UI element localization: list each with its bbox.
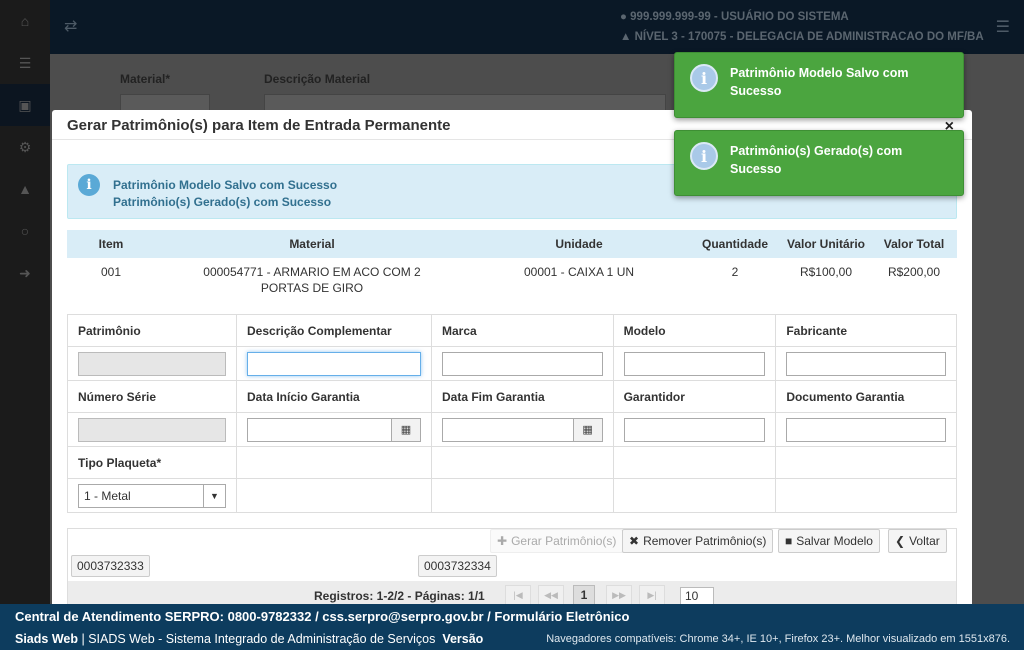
remover-label: Remover Patrimônio(s) — [643, 534, 767, 548]
sidebar: ⌂ ☰ ▣ ⚙ ▲ ○ ➜ — [0, 0, 50, 650]
table-cell: R$200,00 — [887, 265, 941, 279]
modelo-input[interactable] — [623, 351, 766, 376]
first-page-icon[interactable]: |◀ — [505, 585, 531, 605]
table-row: 001 000054771 - ARMARIO EM ACO COM 2 POR… — [67, 258, 957, 306]
tipo-plaqueta-value: 1 - Metal — [84, 488, 131, 503]
data-inicio-garantia-label: Data Início Garantia — [236, 380, 432, 413]
descricao-material-label: Descrição Material — [264, 72, 371, 86]
table-cell: 2 — [731, 265, 739, 279]
swap-toggle-icon[interactable]: ⇄ — [64, 16, 77, 36]
info-icon: i — [690, 64, 718, 92]
info-message: Patrimônio(s) Gerado(s) com Sucesso — [113, 195, 332, 209]
toast-message: Patrimônio Modelo Salvo com Sucesso — [730, 66, 909, 98]
garantidor-label: Garantidor — [612, 380, 777, 413]
app-info: Siads Web | SIADS Web - Sistema Integrad… — [15, 632, 483, 646]
descricao-complementar-input[interactable] — [247, 351, 421, 376]
support-line[interactable]: Central de Atendimento SERPRO: 0800-9782… — [15, 609, 629, 624]
fabricante-label: Fabricante — [775, 314, 957, 347]
next-page-icon[interactable]: ▶▶ — [606, 585, 632, 605]
top-header: ⇄ ● 999.999.999-99 - USUÁRIO DO SISTEMA … — [50, 0, 1024, 54]
prev-page-icon[interactable]: ◀◀ — [538, 585, 564, 605]
table-cell: 001 — [100, 265, 122, 279]
save-icon: ■ — [785, 534, 793, 548]
fabricante-input[interactable] — [786, 351, 946, 376]
settings-icon[interactable]: ⚙ — [0, 126, 50, 168]
marca-input[interactable] — [442, 351, 603, 376]
tipo-plaqueta-select[interactable]: 1 - Metal ▼ — [78, 483, 226, 508]
info-icon: i — [78, 174, 100, 196]
level-icon: ▲ — [620, 31, 635, 43]
success-toast[interactable]: i Patrimônio(s) Gerado(s) com Sucesso — [674, 130, 964, 196]
gerar-patrimonio-button[interactable]: ✚ Gerar Patrimônio(s) — [490, 529, 624, 553]
voltar-label: Voltar — [909, 534, 940, 548]
footer: Central de Atendimento SERPRO: 0800-9782… — [0, 604, 1024, 650]
tipo-plaqueta-label: Tipo Plaqueta* — [67, 446, 237, 479]
descricao-complementar-label: Descrição Complementar — [236, 314, 432, 347]
user-level-text: NÍVEL 3 - 170075 - DELEGACIA DE ADMINIST… — [634, 31, 984, 43]
chevron-left-icon: ❮ — [895, 534, 906, 548]
user-id-text: 999.999.999-99 - USUÁRIO DO SISTEMA — [630, 11, 849, 23]
patrimonio-form: Patrimônio Descrição Complementar Marca … — [67, 314, 957, 513]
graduation-icon[interactable]: ▲ — [0, 168, 50, 210]
info-message: Patrimônio Modelo Salvo com Sucesso — [113, 178, 338, 192]
chevron-down-icon: ▼ — [203, 484, 225, 507]
documento-garantia-label: Documento Garantia — [775, 380, 957, 413]
table-cell: 000054771 - ARMARIO EM ACO COM 2 PORTAS … — [203, 265, 421, 295]
salvar-label: Salvar Modelo — [796, 534, 873, 548]
material-label: Material* — [120, 72, 171, 86]
registros-text: Registros: 1-2/2 - Páginas: 1/1 — [314, 589, 485, 603]
app-description: | SIADS Web - Sistema Integrado de Admin… — [81, 632, 436, 646]
column-header: Unidade — [469, 230, 689, 258]
hamburger-menu-icon[interactable]: ☰ — [996, 17, 1010, 37]
patrimonio-input — [78, 351, 226, 376]
modal-title: Gerar Patrimônio(s) para Item de Entrada… — [67, 117, 451, 134]
calendar-icon[interactable]: ▦ — [391, 417, 421, 442]
calendar-icon[interactable]: ▦ — [572, 417, 603, 442]
marca-label: Marca — [431, 314, 614, 347]
barcode-icon[interactable]: ☰ — [0, 42, 50, 84]
gerar-label: Gerar Patrimônio(s) — [511, 534, 617, 548]
column-header: Valor Unitário — [781, 230, 871, 258]
column-header: Valor Total — [871, 230, 957, 258]
patrimonio-label: Patrimônio — [67, 314, 237, 347]
column-header: Item — [67, 230, 155, 258]
data-fim-garantia-input[interactable] — [442, 417, 573, 442]
table-cell: R$100,00 — [799, 265, 853, 279]
data-inicio-garantia-input[interactable] — [247, 417, 391, 442]
success-toast[interactable]: i Patrimônio Modelo Salvo com Sucesso — [674, 52, 964, 118]
numero-serie-label: Número Série — [67, 380, 237, 413]
garantidor-input[interactable] — [623, 417, 766, 442]
current-page-button[interactable]: 1 — [573, 585, 595, 605]
inbox-icon[interactable]: ▣ — [0, 84, 50, 126]
numero-serie-input — [78, 417, 226, 442]
user-icon: ● — [620, 11, 631, 23]
last-page-icon[interactable]: ▶| — [639, 585, 665, 605]
app-name: Siads Web — [15, 632, 78, 646]
patrimonio-item[interactable]: 0003732333 — [71, 555, 150, 577]
user-info: ● 999.999.999-99 - USUÁRIO DO SISTEMA ▲ … — [620, 10, 1024, 50]
remove-icon: ✖ — [629, 534, 640, 548]
patrimonio-item[interactable]: 0003732334 — [418, 555, 497, 577]
version-link[interactable]: Versão — [442, 632, 483, 646]
login-icon[interactable]: ➜ — [0, 252, 50, 294]
plus-icon: ✚ — [497, 534, 508, 548]
circle-icon[interactable]: ○ — [0, 210, 50, 252]
data-fim-garantia-label: Data Fim Garantia — [431, 380, 614, 413]
browser-compat: Navegadores compatíveis: Chrome 34+, IE … — [546, 633, 1010, 645]
table-cell: 00001 - CAIXA 1 UN — [523, 265, 635, 279]
documento-garantia-input[interactable] — [786, 417, 946, 442]
home-icon[interactable]: ⌂ — [0, 0, 50, 42]
voltar-button[interactable]: ❮ Voltar — [888, 529, 947, 553]
remover-patrimonio-button[interactable]: ✖ Remover Patrimônio(s) — [622, 529, 774, 553]
column-header: Material — [155, 230, 469, 258]
rows-per-page-select[interactable]: 10 — [680, 587, 714, 605]
info-icon: i — [690, 142, 718, 170]
toast-message: Patrimônio(s) Gerado(s) com Sucesso — [730, 144, 903, 176]
column-header: Quantidade — [689, 230, 781, 258]
actions-panel: ✚ Gerar Patrimônio(s) ✖ Remover Patrimônio… — [67, 528, 957, 610]
items-table: Item Material Unidade Quantidade Valor U… — [67, 230, 957, 306]
modelo-label: Modelo — [612, 314, 777, 347]
salvar-modelo-button[interactable]: ■ Salvar Modelo — [778, 529, 880, 553]
